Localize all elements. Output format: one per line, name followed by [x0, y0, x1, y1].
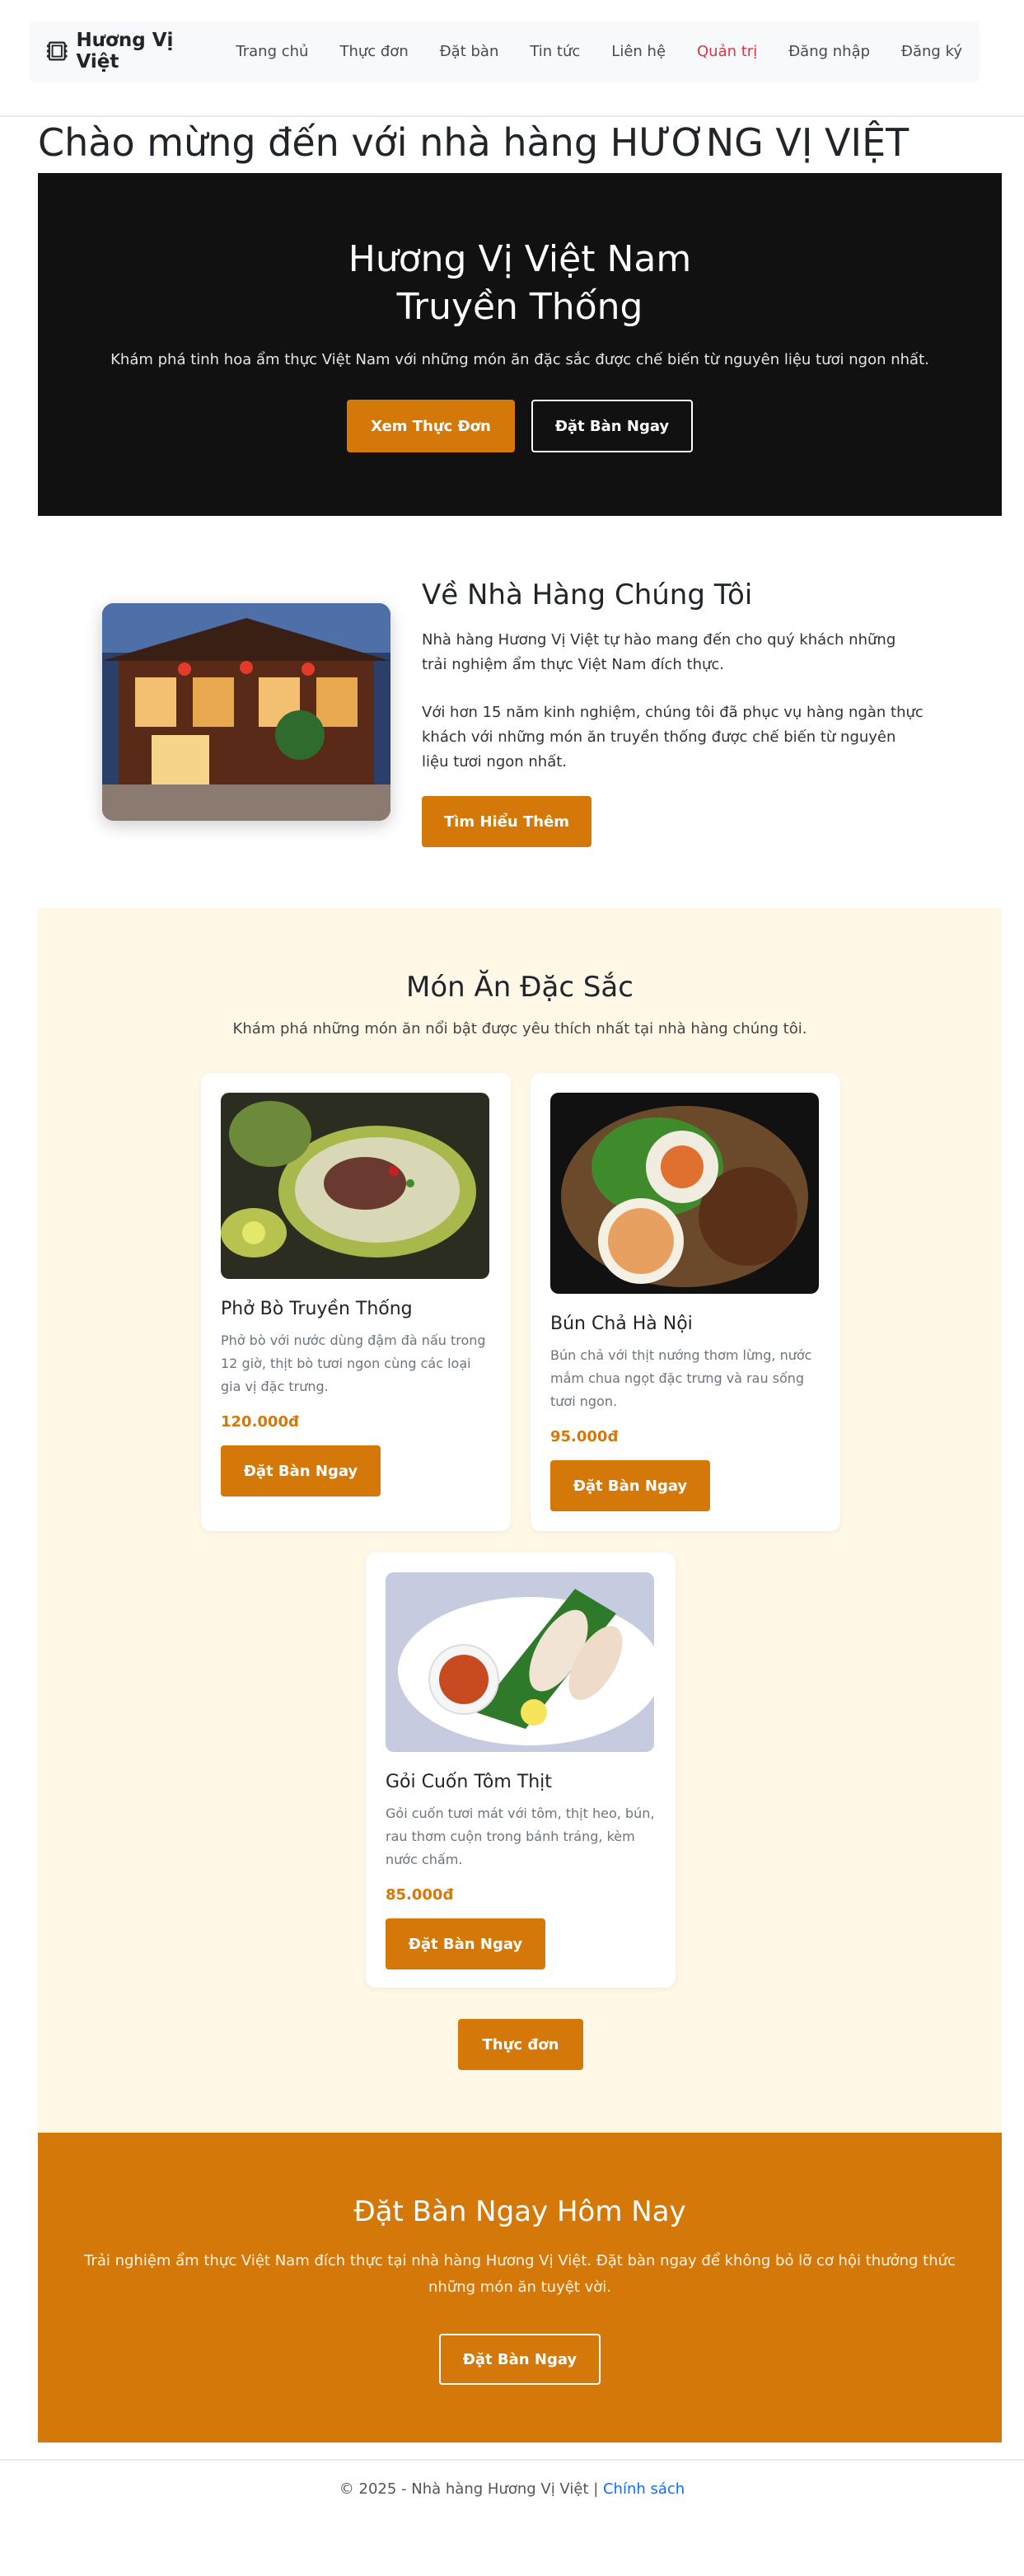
hero-subtitle: Khám phá tinh hoa ẩm thực Việt Nam với n…: [110, 351, 929, 368]
policy-link[interactable]: Chính sách: [603, 2480, 685, 2498]
hero-title: Hương Vị Việt Nam Truyền Thống: [38, 236, 1002, 331]
dish-description: Phở bò với nước dùng đậm đà nấu trong 12…: [221, 1332, 486, 1394]
hero-section: Hương Vị Việt Nam Truyền Thống Khám phá …: [38, 173, 1002, 516]
dish-book-button[interactable]: Đặt Bàn Ngay: [550, 1460, 710, 1511]
featured-title: Món Ăn Đặc Sắc: [406, 971, 634, 1004]
footer-divider: [0, 2459, 1024, 2461]
nav-item-news[interactable]: Tin tức: [530, 43, 580, 60]
nav-item-booking[interactable]: Đặt bàn: [440, 43, 499, 60]
hero-title-line2: Truyền Thống: [396, 286, 643, 328]
dish-card: Bún Chả Hà Nội Bún chả với thịt nướng th…: [531, 1073, 840, 1531]
brand-link[interactable]: Hương Vị Việt: [46, 30, 214, 73]
nav-item-contact[interactable]: Liên hệ: [611, 43, 666, 60]
dish-name: Gỏi Cuốn Tôm Thịt: [386, 1772, 552, 1792]
nav-item-admin[interactable]: Quản trị: [697, 43, 757, 60]
dish-book-button[interactable]: Đặt Bàn Ngay: [386, 1918, 545, 1969]
navbar: Hương Vị Việt Trang chủ Thực đơn Đặt bàn…: [30, 21, 979, 81]
about-title: Về Nhà Hàng Chúng Tôi: [422, 578, 753, 611]
hero-title-line1: Hương Vị Việt Nam: [348, 238, 692, 280]
dish-image-bun-cha: [550, 1093, 819, 1294]
dish-card: Phở Bò Truyền Thống Phở bò với nước dùng…: [201, 1073, 511, 1531]
brand-name: Hương Vị Việt: [76, 30, 174, 73]
dish-image-goi-cuon: [386, 1572, 654, 1752]
nav-item-login[interactable]: Đăng nhập: [788, 43, 870, 60]
film-icon: [46, 41, 68, 61]
cta-section: Đặt Bàn Ngay Hôm Nay Trải nghiệm ẩm thực…: [38, 2133, 1002, 2443]
nav-item-menu[interactable]: Thực đơn: [339, 43, 408, 60]
footer: © 2025 - Nhà hàng Hương Vị Việt | Chính …: [0, 2480, 1024, 2498]
dish-card: Gỏi Cuốn Tôm Thịt Gỏi cuốn tươi mát với …: [366, 1553, 676, 1988]
featured-section: Món Ăn Đặc Sắc Khám phá những món ăn nổi…: [38, 908, 1002, 2133]
dish-image-pho: [221, 1093, 489, 1279]
nav-divider: [0, 115, 1024, 117]
dish-price: 95.000đ: [550, 1428, 619, 1445]
restaurant-image: [102, 603, 390, 821]
dish-price: 120.000đ: [221, 1413, 299, 1431]
dish-name: Bún Chả Hà Nội: [550, 1314, 693, 1334]
nav-item-home[interactable]: Trang chủ: [236, 43, 308, 60]
dish-book-button[interactable]: Đặt Bàn Ngay: [221, 1445, 381, 1496]
dish-price: 85.000đ: [386, 1886, 454, 1904]
dish-description: Gỏi cuốn tươi mát với tôm, thịt heo, bún…: [386, 1806, 655, 1867]
cta-text: Trải nghiệm ẩm thực Việt Nam đích thực t…: [84, 2252, 956, 2296]
menu-button[interactable]: Thực đơn: [458, 2019, 583, 2070]
view-menu-button[interactable]: Xem Thực Đơn: [347, 400, 515, 452]
about-paragraph-1: Nhà hàng Hương Vị Việt tự hào mang đến c…: [422, 631, 896, 673]
copyright-text: © 2025 - Nhà hàng Hương Vị Việt |: [339, 2480, 603, 2498]
featured-subtitle: Khám phá những món ăn nổi bật được yêu t…: [232, 1020, 807, 1037]
hero-book-button[interactable]: Đặt Bàn Ngay: [531, 400, 693, 452]
dish-description: Bún chả với thịt nướng thơm lừng, nước m…: [550, 1347, 812, 1409]
welcome-heading: Chào mừng đến với nhà hàng HƯƠNG VỊ VIỆT: [38, 120, 909, 165]
about-paragraph-2: Với hơn 15 năm kinh nghiệm, chúng tôi đã…: [422, 704, 923, 770]
nav-item-register[interactable]: Đăng ký: [901, 43, 962, 60]
cta-title: Đặt Bàn Ngay Hôm Nay: [353, 2195, 686, 2228]
learn-more-button[interactable]: Tìm Hiểu Thêm: [422, 796, 591, 847]
dish-name: Phở Bò Truyền Thống: [221, 1299, 413, 1319]
cta-book-button[interactable]: Đặt Bàn Ngay: [439, 2334, 601, 2385]
